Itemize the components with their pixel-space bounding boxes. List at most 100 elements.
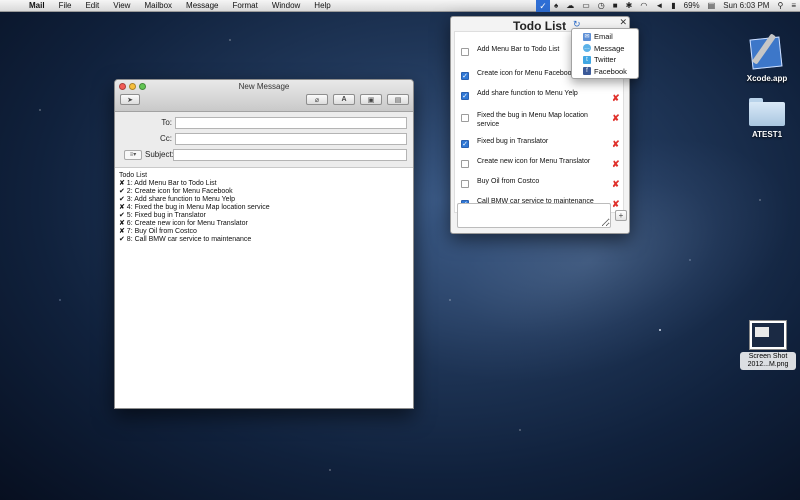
desktop-icon-label: Xcode.app	[746, 74, 788, 83]
to-field[interactable]	[175, 116, 407, 129]
notification-center-icon[interactable]: ≡	[787, 0, 800, 12]
screenshot-file-icon	[749, 320, 787, 350]
todo-item-text: Fixed the bug in Menu Map location servi…	[477, 112, 588, 128]
todo-item: Fixed the bug in Menu Map location servi…	[455, 110, 625, 134]
share-item-label: Message	[594, 43, 625, 53]
cc-row: Cc:	[119, 131, 407, 146]
todo-item: ✓ Fixed bug in Translator ✘	[455, 136, 625, 154]
time-machine-icon[interactable]: ◷	[594, 0, 609, 12]
share-twitter-item[interactable]: t Twitter	[572, 54, 638, 66]
email-icon: ✉	[583, 32, 591, 41]
photo-icon: ▣	[367, 96, 375, 104]
to-row: To:	[119, 115, 407, 130]
stationery-icon: ▤	[394, 96, 402, 104]
twitter-icon: t	[583, 55, 591, 64]
wifi-icon[interactable]: ◠	[636, 0, 651, 12]
notification-bell-icon[interactable]: ♠	[550, 0, 562, 12]
menu-message[interactable]: Message	[179, 0, 225, 12]
label-line-2: 2012...M.png	[747, 361, 789, 368]
desktop-icon-screenshot[interactable]: Screen Shot 2012...M.png	[740, 320, 796, 370]
menu-format[interactable]: Format	[226, 0, 265, 12]
todo-item: ✓ Add share function to Menu Yelp ✘	[455, 88, 625, 106]
desktop-icon-xcode[interactable]: Xcode.app	[742, 33, 792, 83]
todo-checkbox[interactable]	[461, 48, 469, 56]
send-button[interactable]: ➤	[120, 94, 140, 105]
todo-item-text: Buy Oil from Costco	[477, 178, 540, 185]
todo-item: Create new icon for Menu Translator ✘	[455, 156, 625, 174]
header-options-button[interactable]: ≡▾	[124, 149, 142, 160]
cc-field[interactable]	[175, 132, 407, 145]
menu-bar: Mail File Edit View Mailbox Message Form…	[0, 0, 800, 12]
delete-icon[interactable]: ✘	[612, 113, 620, 124]
camera-icon[interactable]: ■	[609, 0, 622, 12]
menu-file[interactable]: File	[52, 0, 79, 12]
todo-checkbox[interactable]: ✓	[461, 72, 469, 80]
message-body[interactable]: Todo List ✘ 1: Add Menu Bar to Todo List…	[115, 168, 413, 248]
body-line: ✘ 7: Buy Oil from Costco	[119, 228, 197, 235]
share-message-item[interactable]: … Message	[572, 43, 638, 55]
share-menu: ✉ Email … Message t Twitter f Facebook	[571, 28, 639, 79]
mail-compose-window: New Message ➤ ⌀ A ▣ ▤ To: Cc: ≡▾ Subject…	[114, 79, 414, 409]
menubar-clock[interactable]: Sun 6:03 PM	[719, 0, 773, 12]
attach-button[interactable]: ⌀	[306, 94, 328, 105]
todo-checkbox[interactable]	[461, 114, 469, 122]
menu-mailbox[interactable]: Mailbox	[137, 0, 179, 12]
menu-window[interactable]: Window	[265, 0, 307, 12]
paperclip-icon: ⌀	[314, 96, 320, 104]
input-flag-icon[interactable]: ▤	[704, 0, 720, 12]
share-item-label: Facebook	[594, 66, 627, 76]
todo-checkbox[interactable]	[461, 180, 469, 188]
airplay-icon[interactable]: ▭	[578, 0, 594, 12]
subject-field[interactable]	[173, 148, 407, 161]
body-line: ✘ 4: Fixed the bug in Menu Map location …	[119, 204, 270, 211]
window-titlebar[interactable]: New Message ➤ ⌀ A ▣ ▤	[115, 80, 413, 112]
body-line: ✔ 8: Call BMW car service to maintenance	[119, 236, 252, 243]
todo-item-text: Create new icon for Menu Translator	[477, 158, 591, 165]
message-icon: …	[583, 44, 591, 53]
share-facebook-item[interactable]: f Facebook	[572, 66, 638, 78]
stationery-button[interactable]: ▤	[387, 94, 409, 105]
list-icon: ≡▾	[129, 152, 137, 158]
fonts-button[interactable]: A	[333, 94, 355, 105]
todo-checkbox[interactable]: ✓	[461, 92, 469, 100]
menu-view[interactable]: View	[106, 0, 137, 12]
battery-icon[interactable]: ▮	[667, 0, 679, 12]
desktop-icon-atest1[interactable]: ATEST1	[742, 96, 792, 139]
todo-checkbox[interactable]: ✓	[461, 140, 469, 148]
body-line: ✔ 3: Add share function to Menu Yelp	[119, 196, 236, 203]
to-label: To:	[161, 118, 172, 127]
subject-label: Subject:	[145, 150, 174, 159]
spotlight-icon[interactable]: ⚲	[773, 0, 787, 12]
menu-help[interactable]: Help	[307, 0, 337, 12]
delete-icon[interactable]: ✘	[612, 93, 620, 104]
new-todo-input[interactable]	[457, 203, 611, 228]
label-line-1: Screen Shot	[748, 353, 788, 360]
delete-icon[interactable]: ✘	[612, 159, 620, 170]
xcode-icon	[747, 33, 787, 70]
todo-item-text: Fixed bug in Translator	[477, 138, 549, 145]
send-icon: ➤	[127, 96, 133, 104]
share-email-item[interactable]: ✉ Email	[572, 31, 638, 43]
todo-menubar-check-icon[interactable]: ✓	[535, 0, 550, 12]
delete-icon[interactable]: ✘	[612, 139, 620, 150]
volume-icon[interactable]: ◄	[651, 0, 667, 12]
delete-icon[interactable]: ✘	[612, 199, 620, 210]
photo-browser-button[interactable]: ▣	[360, 94, 382, 105]
todo-item: Buy Oil from Costco ✘	[455, 176, 625, 194]
window-title: New Message	[238, 82, 290, 91]
cc-label: Cc:	[160, 134, 172, 143]
menu-extras: ✓ ♠ ☁ ▭ ◷ ■ ✱ ◠ ◄ ▮ 69% ▤ Sun 6:03 PM ⚲ …	[535, 0, 800, 12]
body-line: ✘ 1: Add Menu Bar to Todo List	[119, 180, 217, 187]
bluetooth-icon[interactable]: ✱	[622, 0, 637, 12]
folder-icon	[749, 96, 785, 126]
cloud-icon[interactable]: ☁	[562, 0, 578, 12]
menu-app-mail[interactable]: Mail	[22, 0, 52, 12]
close-icon[interactable]: ✕	[619, 17, 627, 28]
todo-checkbox[interactable]	[461, 160, 469, 168]
delete-icon[interactable]: ✘	[612, 179, 620, 190]
battery-percent[interactable]: 69%	[680, 0, 704, 12]
add-todo-button[interactable]: +	[615, 210, 627, 221]
todo-item-text: Add share function to Menu Yelp	[477, 90, 578, 97]
menu-edit[interactable]: Edit	[78, 0, 106, 12]
subject-row: ≡▾ Subject:	[119, 147, 407, 162]
